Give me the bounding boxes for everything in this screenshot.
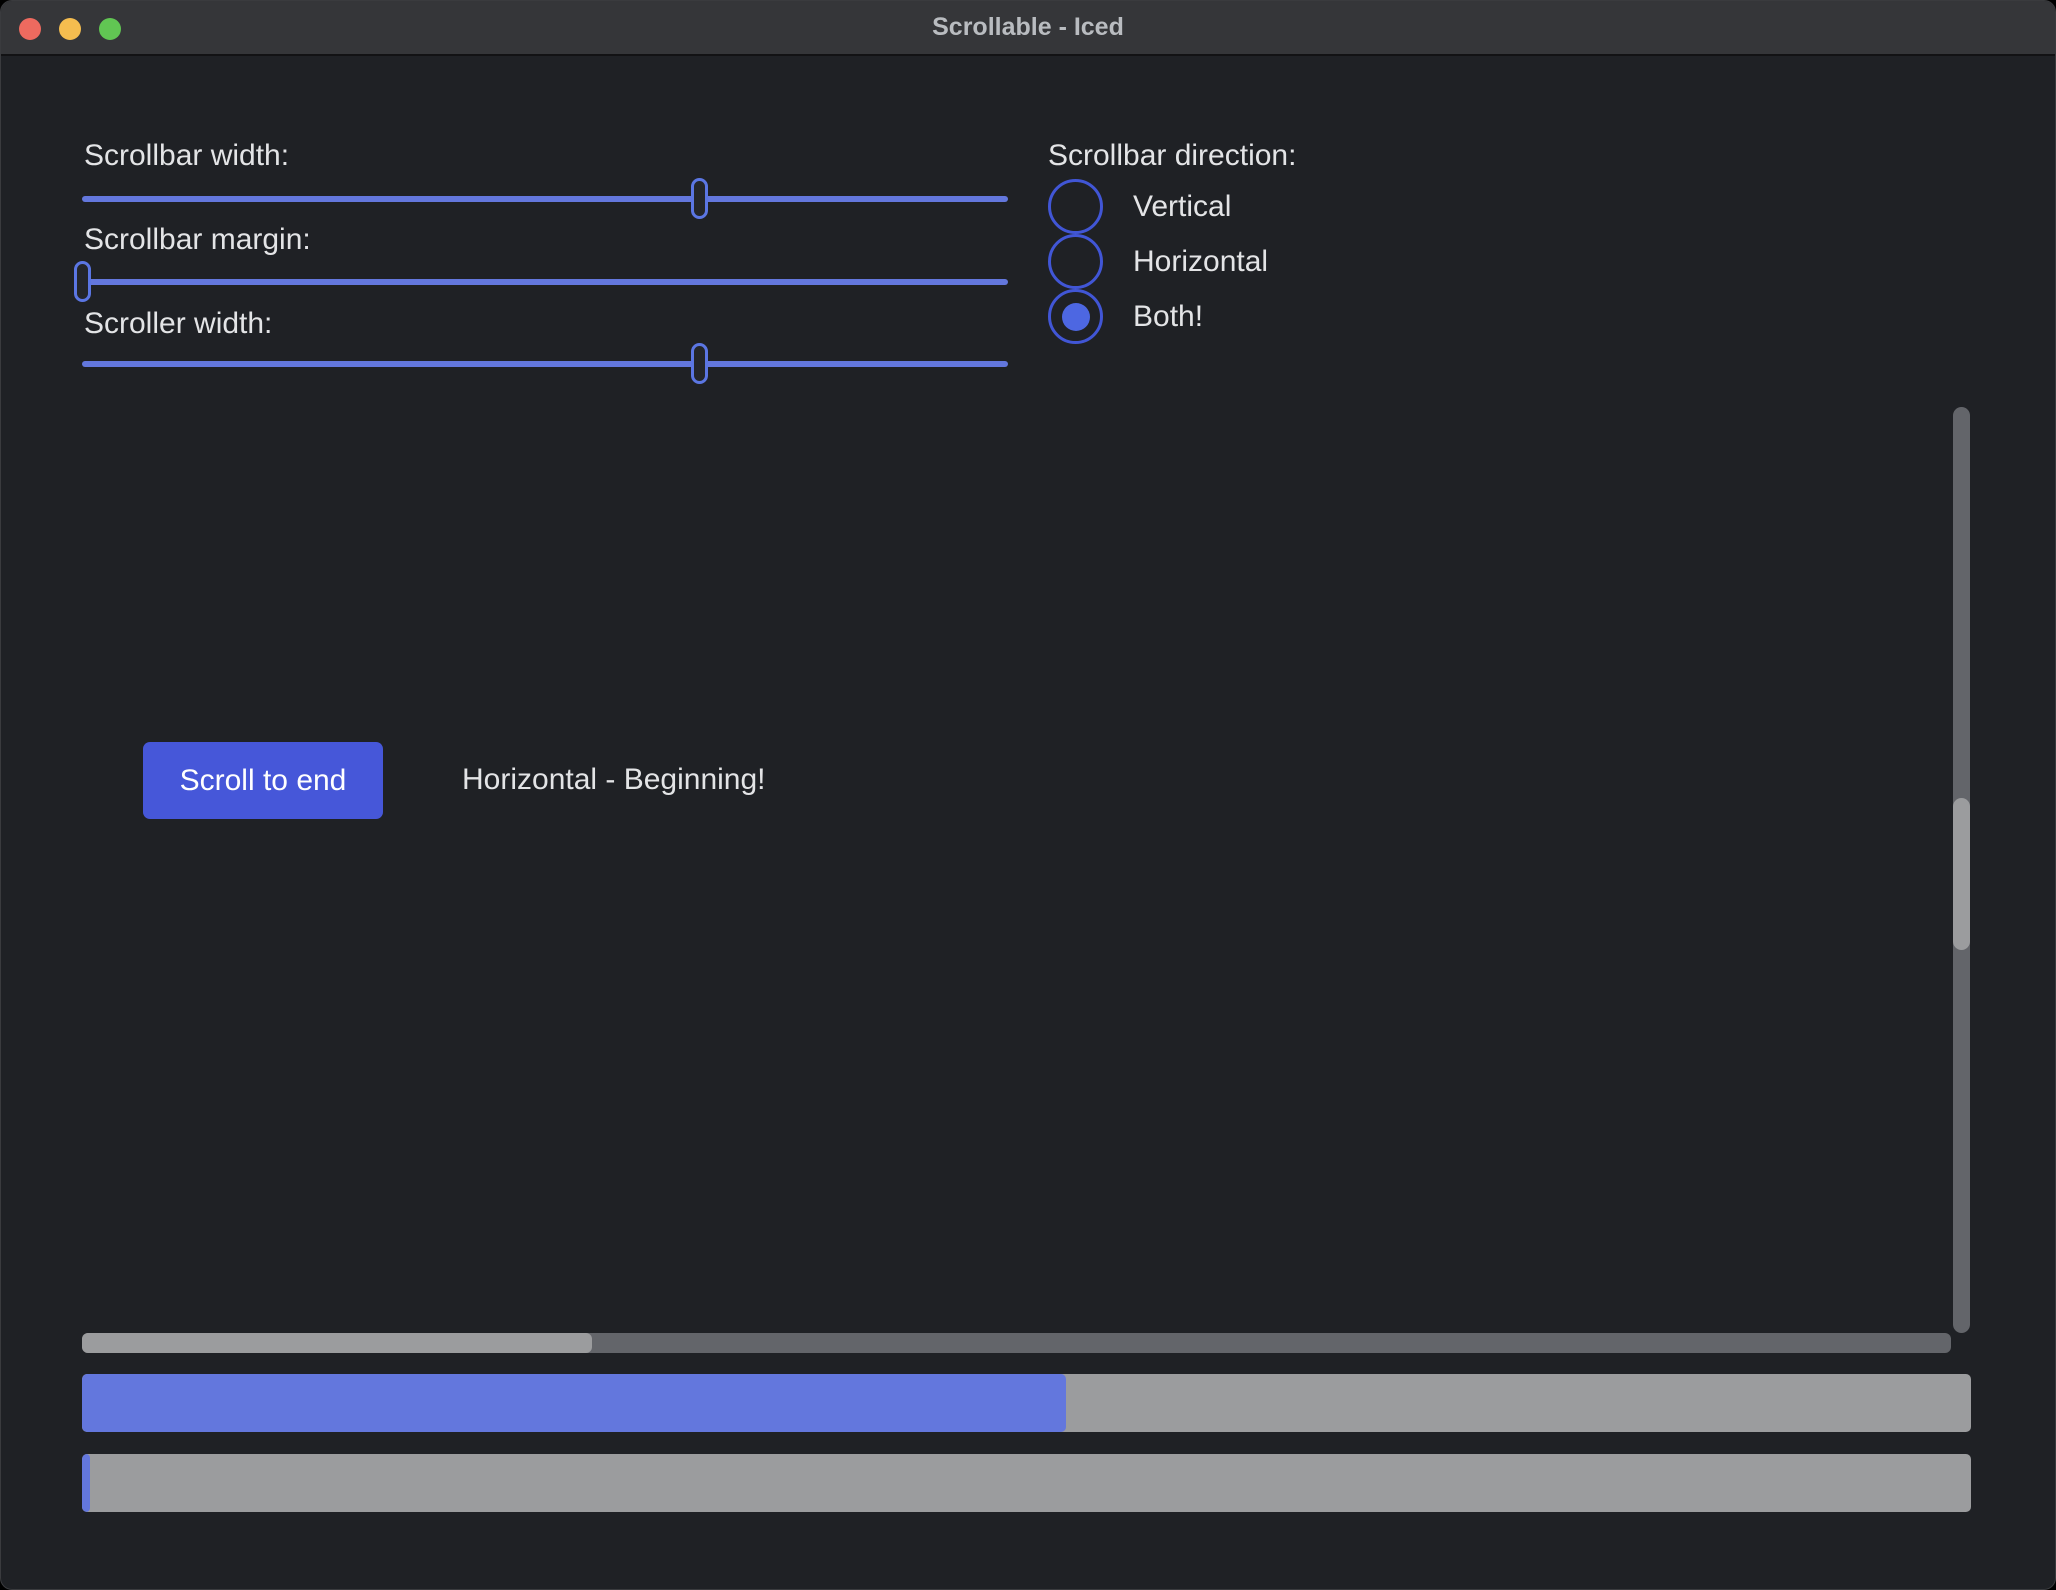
minimize-button[interactable] <box>59 18 81 40</box>
radio-vertical[interactable]: Vertical <box>1048 179 1231 234</box>
scrollbar-width-label: Scrollbar width: <box>84 139 289 173</box>
scroll-to-end-button[interactable]: Scroll to end <box>143 742 383 819</box>
radio-both-circle <box>1048 289 1103 344</box>
radio-vertical-label: Vertical <box>1133 190 1231 224</box>
vertical-progress-bar <box>82 1374 1971 1432</box>
radio-vertical-circle <box>1048 179 1103 234</box>
radio-both-label: Both! <box>1133 300 1203 334</box>
scroller-width-slider-handle[interactable] <box>691 343 708 384</box>
scrollbar-margin-slider[interactable] <box>82 279 1008 285</box>
scroller-width-label: Scroller width: <box>84 307 272 341</box>
scrollbar-margin-slider-handle[interactable] <box>74 261 91 302</box>
vertical-scrollbar-track[interactable] <box>1953 407 1970 1333</box>
scrollbar-width-slider-handle[interactable] <box>691 178 708 219</box>
horizontal-scrollbar-track[interactable] <box>82 1333 1951 1353</box>
vertical-scrollbar-thumb[interactable] <box>1953 798 1970 950</box>
scrollbar-width-slider[interactable] <box>82 196 1008 202</box>
close-button[interactable] <box>19 18 41 40</box>
scrollbar-direction-label: Scrollbar direction: <box>1048 139 1296 173</box>
radio-both[interactable]: Both! <box>1048 289 1203 344</box>
scroller-width-slider[interactable] <box>82 361 1008 367</box>
traffic-lights <box>19 18 121 40</box>
window-title: Scrollable - Iced <box>932 13 1124 42</box>
horizontal-progress-bar <box>82 1454 1971 1512</box>
horizontal-status-text: Horizontal - Beginning! <box>462 763 766 797</box>
titlebar: Scrollable - Iced <box>1 1 2055 56</box>
horizontal-progress-fill <box>82 1454 90 1512</box>
zoom-button[interactable] <box>99 18 121 40</box>
radio-horizontal-circle <box>1048 234 1103 289</box>
radio-selected-dot <box>1062 303 1090 331</box>
app-window: Scrollable - Iced Scrollbar width: Scrol… <box>0 0 2056 1590</box>
scrollbar-margin-label: Scrollbar margin: <box>84 223 311 257</box>
vertical-progress-fill <box>82 1374 1066 1432</box>
radio-horizontal-label: Horizontal <box>1133 245 1268 279</box>
radio-horizontal[interactable]: Horizontal <box>1048 234 1268 289</box>
horizontal-scrollbar-thumb[interactable] <box>82 1333 592 1353</box>
